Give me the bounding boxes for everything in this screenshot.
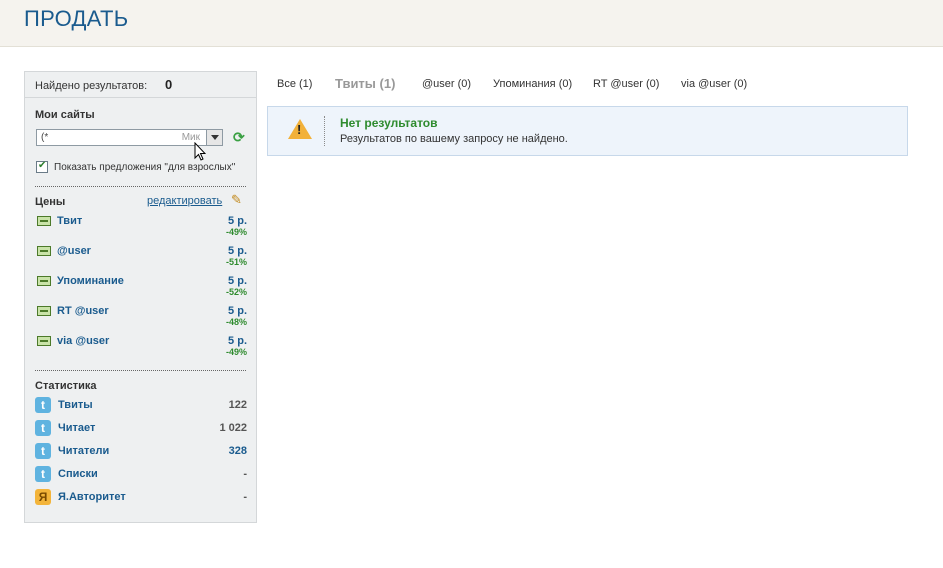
prices-title: Цены — [35, 196, 66, 208]
stat-value: - — [243, 491, 247, 503]
stat-row-tweets[interactable]: t Твиты 122 — [35, 397, 247, 417]
price-row-mention[interactable]: Упоминание 5 р. -52% — [35, 275, 247, 301]
no-results-text: Результатов по вашему запросу не найдено… — [340, 133, 568, 145]
price-value: 5 р. — [228, 215, 247, 227]
twitter-icon: t — [35, 420, 51, 436]
price-tag-icon — [37, 246, 51, 256]
price-value: 5 р. — [228, 305, 247, 317]
price-row-rt[interactable]: RT @user 5 р. -48% — [35, 305, 247, 331]
price-tag-icon — [37, 216, 51, 226]
results-count-bar: Найдено результатов: 0 — [25, 72, 256, 98]
edit-prices-link[interactable]: редактировать — [147, 195, 222, 207]
stat-name[interactable]: Твиты — [58, 399, 93, 411]
twitter-icon: t — [35, 466, 51, 482]
show-adult-label: Показать предложения "для взрослых" — [54, 162, 236, 173]
stat-name[interactable]: Читает — [58, 422, 95, 434]
price-name[interactable]: Твит — [57, 215, 82, 227]
stat-row-ya-authority[interactable]: Я Я.Авторитет - — [35, 489, 247, 509]
price-discount: -52% — [225, 287, 247, 297]
price-name[interactable]: @user — [57, 245, 91, 257]
price-name[interactable]: via @user — [57, 335, 109, 347]
tab-tweets[interactable]: Твиты (1) — [335, 76, 395, 91]
price-discount: -51% — [225, 257, 247, 267]
price-name[interactable]: RT @user — [57, 305, 109, 317]
stat-row-lists[interactable]: t Списки - — [35, 466, 247, 486]
stat-value: 122 — [228, 399, 247, 411]
refresh-icon[interactable]: ⟳ — [233, 130, 247, 144]
mouse-cursor-icon — [194, 142, 206, 161]
divider — [35, 370, 246, 371]
price-discount: -49% — [225, 347, 247, 357]
stat-value: - — [243, 468, 247, 480]
price-row-via[interactable]: via @user 5 р. -49% — [35, 335, 247, 361]
stat-name[interactable]: Читатели — [58, 445, 109, 457]
divider — [35, 186, 246, 187]
tab-mentions[interactable]: Упоминания (0) — [493, 78, 572, 90]
price-tag-icon — [37, 276, 51, 286]
no-results-panel: ! Нет результатов Результатов по вашему … — [267, 106, 908, 156]
stats-title: Статистика — [35, 380, 97, 392]
twitter-icon: t — [35, 397, 51, 413]
warning-mark: ! — [297, 122, 302, 137]
sidebar: Найдено результатов: 0 Мои сайты (* Мик … — [24, 71, 257, 523]
price-discount: -49% — [225, 227, 247, 237]
show-adult-checkbox[interactable] — [36, 160, 48, 173]
stat-row-followers[interactable]: t Читатели 328 — [35, 443, 247, 463]
chevron-down-icon[interactable] — [206, 130, 222, 145]
divider — [324, 116, 325, 146]
page-header: ПРОДАТЬ — [0, 0, 943, 47]
yandex-icon: Я — [35, 489, 51, 505]
price-row-user[interactable]: @user 5 р. -51% — [35, 245, 247, 271]
price-row-tweet[interactable]: Твит 5 р. -49% — [35, 215, 247, 241]
price-value: 5 р. — [228, 245, 247, 257]
results-count-label: Найдено результатов: — [35, 80, 148, 92]
price-tag-icon — [37, 306, 51, 316]
tab-user[interactable]: @user (0) — [422, 78, 471, 90]
price-name[interactable]: Упоминание — [57, 275, 124, 287]
stat-name[interactable]: Списки — [58, 468, 98, 480]
page-title: ПРОДАТЬ — [24, 6, 129, 31]
tab-via-user[interactable]: via @user (0) — [681, 78, 747, 90]
stat-row-following[interactable]: t Читает 1 022 — [35, 420, 247, 440]
twitter-icon: t — [35, 443, 51, 459]
price-value: 5 р. — [228, 335, 247, 347]
price-value: 5 р. — [228, 275, 247, 287]
tab-all[interactable]: Все (1) — [277, 78, 312, 90]
site-select-value: (* — [41, 132, 49, 143]
stat-value: 328 — [228, 445, 247, 457]
no-results-title: Нет результатов — [340, 116, 438, 130]
stat-value: 1 022 — [219, 422, 247, 434]
results-count-value: 0 — [165, 77, 173, 92]
tab-rt-user[interactable]: RT @user (0) — [593, 78, 659, 90]
pencil-icon[interactable]: ✎ — [231, 193, 245, 207]
price-discount: -48% — [225, 317, 247, 327]
stat-name[interactable]: Я.Авторитет — [58, 491, 126, 503]
price-tag-icon — [37, 336, 51, 346]
my-sites-title: Мои сайты — [35, 109, 95, 121]
